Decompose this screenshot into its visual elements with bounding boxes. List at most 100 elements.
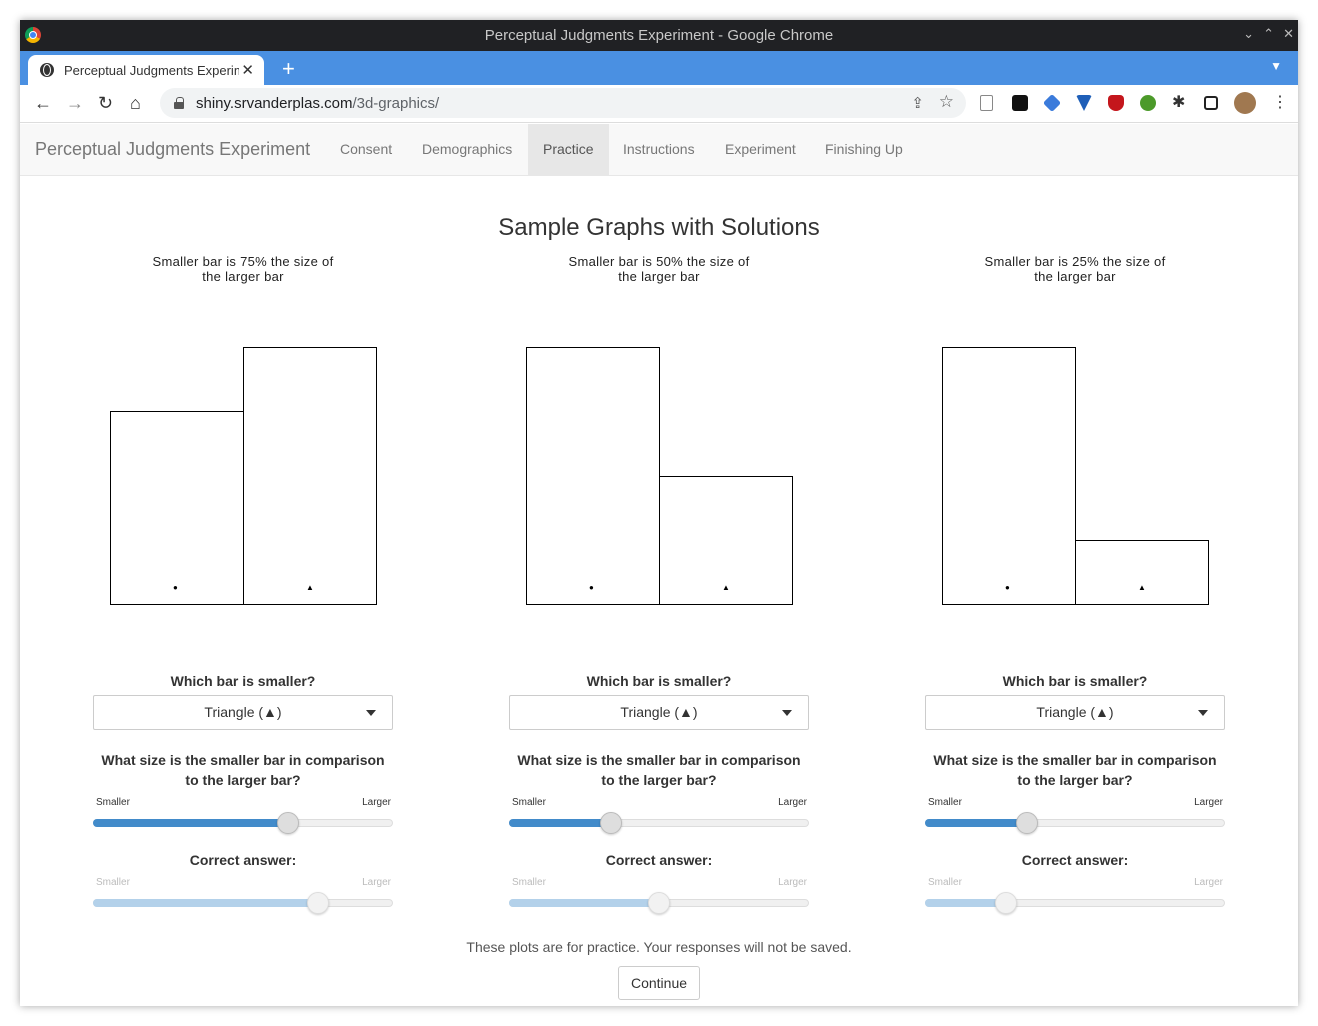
slider-min-label: Smaller [512, 797, 546, 808]
slider-min-label: Smaller [96, 797, 130, 808]
bar-chart: ● ▲ [93, 294, 393, 614]
chevron-down-icon [1198, 710, 1208, 716]
forward-icon[interactable]: → [66, 94, 84, 112]
circle-marker-icon: ● [589, 583, 594, 592]
extension-v-icon[interactable] [1076, 95, 1092, 111]
page-content: Sample Graphs with Solutions Smaller bar… [20, 176, 1298, 1006]
nav-experiment[interactable]: Experiment [710, 124, 811, 175]
circle-marker-icon: ● [1005, 583, 1010, 592]
nav-demographics[interactable]: Demographics [407, 124, 527, 175]
correct-answer-slider: Smaller Larger [925, 877, 1225, 917]
slider-max-label: Larger [1194, 877, 1223, 888]
extension-blue-icon[interactable] [1042, 93, 1062, 113]
slider-fill [925, 819, 1027, 827]
circle-bar [942, 347, 1076, 605]
tab-title: Perceptual Judgments Experiment [64, 62, 239, 78]
slider-max-label: Larger [1194, 797, 1223, 808]
ublock-icon[interactable] [1108, 95, 1124, 111]
extension-dark-icon[interactable] [1012, 95, 1028, 111]
page-title: Sample Graphs with Solutions [498, 214, 820, 241]
select-value: Triangle (▲) [620, 704, 698, 720]
url-path: /3d-graphics/ [352, 94, 440, 112]
slider-fill [925, 899, 1006, 907]
slider-handle [648, 892, 670, 914]
slider-min-label: Smaller [96, 877, 130, 888]
correct-answer-label: Correct answer: [189, 852, 297, 868]
select-value: Triangle (▲) [1036, 704, 1114, 720]
circle-bar [110, 411, 244, 605]
slider-fill [509, 899, 659, 907]
url-host: shiny.srvanderplas.com [196, 94, 353, 112]
title-bar: Perceptual Judgments Experiment - Google… [20, 20, 1298, 51]
slider-handle[interactable] [1016, 812, 1038, 834]
slider-fill [93, 899, 318, 907]
triangle-marker-icon: ▲ [722, 583, 730, 592]
globe-icon [40, 63, 54, 77]
smaller-bar-select[interactable]: Triangle (▲) [93, 695, 393, 730]
navbar-brand[interactable]: Perceptual Judgments Experiment [35, 139, 310, 160]
chrome-icon [25, 27, 41, 43]
select-value: Triangle (▲) [204, 704, 282, 720]
nav-consent[interactable]: Consent [325, 124, 407, 175]
lock-icon [174, 97, 184, 109]
nav-practice[interactable]: Practice [528, 124, 609, 175]
side-panel-icon[interactable] [1204, 96, 1218, 110]
triangle-marker-icon: ▲ [1138, 583, 1146, 592]
practice-note: These plots are for practice. Your respo… [466, 939, 852, 955]
new-tab-button[interactable]: + [282, 56, 295, 82]
tab-strip: Perceptual Judgments Experiment ✕ + ▼ [20, 51, 1298, 85]
browser-toolbar: ← → ↻ ⌂ shiny.srvanderplas.com/3d-graphi… [20, 85, 1298, 123]
maximize-icon[interactable]: ⌃ [1263, 26, 1274, 42]
correct-answer-label: Correct answer: [1021, 852, 1129, 868]
browser-window: Perceptual Judgments Experiment - Google… [20, 20, 1298, 1006]
size-question: What size is the smaller bar in comparis… [517, 752, 801, 788]
graph-caption: Smaller bar is 75% the size of the large… [152, 254, 334, 284]
bar-chart: ● ▲ [509, 294, 809, 614]
correct-answer-slider: Smaller Larger [93, 877, 393, 917]
home-icon[interactable]: ⌂ [130, 94, 141, 112]
close-window-icon[interactable]: ✕ [1283, 26, 1294, 42]
triangle-bar [1075, 540, 1209, 605]
slider-fill [509, 819, 611, 827]
app-navbar: Perceptual Judgments Experiment Consent … [20, 124, 1298, 176]
slider-max-label: Larger [362, 797, 391, 808]
correct-answer-label: Correct answer: [605, 852, 713, 868]
page-icon[interactable] [980, 95, 993, 111]
smaller-bar-select[interactable]: Triangle (▲) [509, 695, 809, 730]
size-question: What size is the smaller bar in comparis… [101, 752, 385, 788]
slider-max-label: Larger [778, 877, 807, 888]
puzzle-icon[interactable]: ✱ [1172, 95, 1188, 111]
response-slider[interactable]: Smaller Larger [925, 797, 1225, 837]
which-bar-question: Which bar is smaller? [586, 673, 732, 689]
slider-max-label: Larger [362, 877, 391, 888]
slider-handle[interactable] [277, 812, 299, 834]
extension-green-icon[interactable] [1140, 95, 1156, 111]
nav-finishing-up[interactable]: Finishing Up [810, 124, 918, 175]
slider-min-label: Smaller [928, 877, 962, 888]
chevron-down-icon [782, 710, 792, 716]
browser-tab[interactable]: Perceptual Judgments Experiment ✕ [28, 55, 264, 85]
bookmark-star-icon[interactable]: ☆ [939, 92, 954, 112]
slider-handle[interactable] [600, 812, 622, 834]
slider-max-label: Larger [778, 797, 807, 808]
which-bar-question: Which bar is smaller? [1002, 673, 1148, 689]
response-slider[interactable]: Smaller Larger [93, 797, 393, 837]
nav-instructions[interactable]: Instructions [608, 124, 710, 175]
slider-handle [995, 892, 1017, 914]
address-bar[interactable]: shiny.srvanderplas.com/3d-graphics/ ⇪ ☆ [160, 88, 966, 118]
slider-min-label: Smaller [512, 877, 546, 888]
minimize-icon[interactable]: ⌄ [1243, 26, 1254, 42]
avatar[interactable] [1234, 92, 1256, 114]
window-title: Perceptual Judgments Experiment - Google… [484, 27, 834, 44]
circle-bar [526, 347, 660, 605]
share-icon[interactable]: ⇪ [911, 94, 924, 112]
back-icon[interactable]: ← [34, 94, 52, 112]
continue-button[interactable]: Continue [618, 966, 700, 1000]
tab-search-chevron-icon[interactable]: ▼ [1270, 59, 1282, 73]
response-slider[interactable]: Smaller Larger [509, 797, 809, 837]
tab-close-icon[interactable]: ✕ [241, 61, 254, 79]
menu-icon[interactable]: ⋮ [1272, 94, 1288, 112]
smaller-bar-select[interactable]: Triangle (▲) [925, 695, 1225, 730]
reload-icon[interactable]: ↻ [98, 94, 113, 112]
which-bar-question: Which bar is smaller? [170, 673, 316, 689]
